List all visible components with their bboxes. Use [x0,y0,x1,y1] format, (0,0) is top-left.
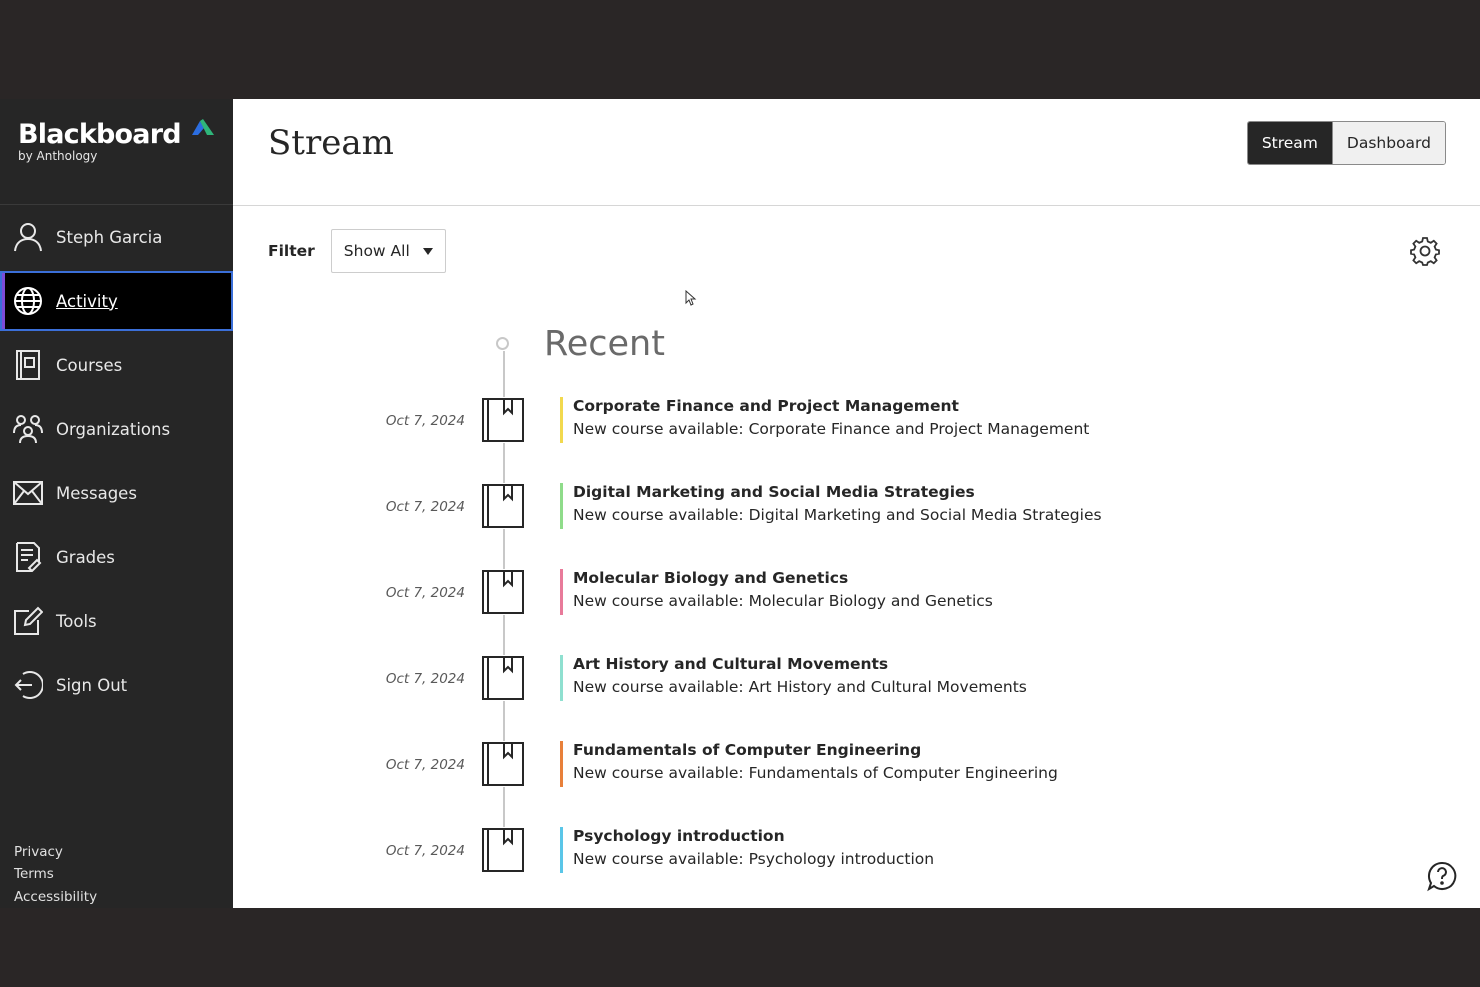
course-book-icon [480,569,526,615]
view-toggle: Stream Dashboard [1246,121,1446,165]
sidebar-item-label: Messages [56,483,137,503]
grades-icon [13,542,43,572]
stream-item-date: Oct 7, 2024 [385,413,465,429]
help-button[interactable] [1426,860,1458,896]
stream-item[interactable]: Oct 7, 2024 Fundamentals of Computer Eng… [233,741,1233,803]
sidebar-item-label: Organizations [56,419,171,439]
brand-sub: by Anthology [18,149,98,163]
stream-item-title[interactable]: Art History and Cultural Movements [573,655,888,673]
sidebar-item-organizations[interactable]: Organizations [0,397,233,461]
course-book-icon [480,655,526,701]
stream-item-color-bar [560,741,563,787]
stream-item-title[interactable]: Fundamentals of Computer Engineering [573,741,921,759]
stream-settings-button[interactable] [1410,236,1440,270]
sidebar-item-messages[interactable]: Messages [0,461,233,525]
gear-icon [1410,237,1440,266]
sidebar-item-label: Grades [56,547,115,567]
section-title-recent: Recent [544,324,665,364]
caret-down-icon [422,247,433,255]
mouse-cursor-icon [685,290,697,306]
stream-item-description: New course available: Art History and Cu… [573,678,1027,696]
stream-item-color-bar [560,483,563,529]
stream-item-color-bar [560,655,563,701]
stream-item-color-bar [560,827,563,873]
stream-item-date: Oct 7, 2024 [385,843,465,859]
stream-item-description: New course available: Corporate Finance … [573,420,1090,438]
help-icon [1427,861,1457,892]
filter-selected-value: Show All [343,242,410,260]
sidebar-item-label: Tools [56,611,97,631]
stream-item-description: New course available: Psychology introdu… [573,850,935,868]
stream-item-date: Oct 7, 2024 [385,757,465,773]
stream-item-title[interactable]: Digital Marketing and Social Media Strat… [573,483,975,501]
stream-item-description: New course available: Molecular Biology … [573,592,993,610]
sidebar-item-label: Activity [56,291,118,311]
page-header: Stream Stream Dashboard [233,99,1480,206]
filter-label: Filter [268,242,315,260]
filter-select[interactable]: Show All [330,229,446,273]
brand-mark-icon [192,119,214,135]
sidebar-item-grades[interactable]: Grades [0,525,233,589]
stream-item[interactable]: Oct 7, 2024 Digital Marketing and Social… [233,483,1233,545]
sidebar-item-label: Courses [56,355,123,375]
page-title: Stream [268,123,394,163]
courses-icon [13,350,43,380]
sidebar-item-sign-out[interactable]: Sign Out [0,653,233,717]
stream-item[interactable]: Oct 7, 2024 Corporate Finance and Projec… [233,397,1233,459]
envelope-icon [13,478,43,508]
app-window: Blackboard by Anthology Steph Garcia Act… [0,99,1480,908]
organizations-icon [13,414,43,444]
globe-icon [13,286,43,316]
filter-bar: Filter Show All [268,229,446,273]
stream-item-date: Oct 7, 2024 [385,499,465,515]
sidebar: Blackboard by Anthology Steph Garcia Act… [0,99,233,908]
activity-stream: Recent Oct 7, 2024 Corporate Finance and… [233,99,1480,908]
stream-item-date: Oct 7, 2024 [385,585,465,601]
main-content: Stream Stream Dashboard Filter Show All [233,99,1480,908]
stream-item-date: Oct 7, 2024 [385,671,465,687]
tools-icon [13,606,43,636]
privacy-link[interactable]: Privacy [14,841,97,864]
sidebar-item-label: Sign Out [56,675,128,695]
sidebar-footer: Privacy Terms Accessibility [14,841,97,909]
stream-item[interactable]: Oct 7, 2024 Psychology introduction New … [233,827,1233,889]
sidebar-item-courses[interactable]: Courses [0,333,233,397]
stream-item[interactable]: Oct 7, 2024 Art History and Cultural Mov… [233,655,1233,717]
course-book-icon [480,397,526,443]
stream-item-title[interactable]: Psychology introduction [573,827,785,845]
brand-logo[interactable]: Blackboard by Anthology [0,99,233,205]
timeline-start-dot [496,337,509,350]
course-book-icon [480,827,526,873]
sign-out-icon [13,670,43,700]
course-book-icon [480,483,526,529]
course-book-icon [480,741,526,787]
stream-item-color-bar [560,569,563,615]
stream-item-color-bar [560,397,563,443]
sidebar-item-profile[interactable]: Steph Garcia [0,205,233,269]
stream-item-description: New course available: Fundamentals of Co… [573,764,1058,782]
stream-item-title[interactable]: Corporate Finance and Project Management [573,397,959,415]
stream-item[interactable]: Oct 7, 2024 Molecular Biology and Geneti… [233,569,1233,631]
terms-link[interactable]: Terms [14,863,97,886]
sidebar-nav: Steph Garcia Activity Courses Organizati… [0,205,233,717]
sidebar-item-label: Steph Garcia [56,227,163,247]
stream-item-title[interactable]: Molecular Biology and Genetics [573,569,848,587]
stream-item-description: New course available: Digital Marketing … [573,506,1102,524]
accessibility-link[interactable]: Accessibility [14,886,97,909]
user-icon [13,222,43,252]
stream-toggle-button[interactable]: Stream [1247,122,1332,164]
sidebar-item-tools[interactable]: Tools [0,589,233,653]
dashboard-toggle-button[interactable]: Dashboard [1331,122,1445,164]
sidebar-item-activity[interactable]: Activity [0,271,233,331]
